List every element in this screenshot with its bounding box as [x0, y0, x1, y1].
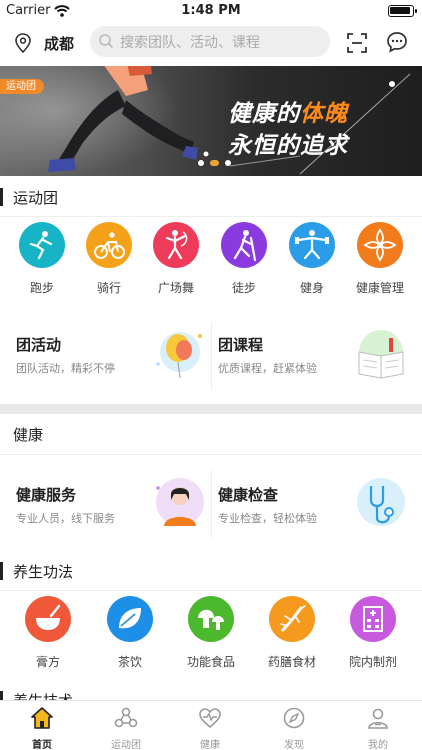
tab-home[interactable]: 首页: [0, 701, 84, 750]
mushroom-icon: [188, 596, 234, 642]
card-group-activity[interactable]: 团活动 团队活动，精彩不停: [0, 320, 211, 398]
tab-sports-group[interactable]: 运动团: [84, 701, 168, 750]
section-header-sports: 运动团: [0, 178, 422, 216]
tab-discover[interactable]: 发现: [252, 701, 336, 750]
card-health-service[interactable]: 健康服务 专业人员，线下服务: [0, 470, 211, 548]
balloon-icon: [156, 332, 202, 379]
search-icon: [99, 34, 114, 49]
category-functional-food[interactable]: 功能食品: [176, 596, 246, 670]
scan-icon[interactable]: [346, 32, 368, 54]
category-label: 跑步: [29, 281, 54, 295]
profile-icon: [368, 708, 388, 729]
section-header-wellness: 养生功法: [0, 552, 422, 590]
bottom-tab-bar: 首页 运动团 健康 发现 我的: [0, 700, 422, 750]
section-header-health: 健康: [0, 415, 422, 453]
card-health-check[interactable]: 健康检查 专业检查，轻松体验: [211, 470, 422, 548]
ointment-bowl-icon: [25, 596, 71, 642]
carousel-dot[interactable]: [225, 160, 231, 166]
category-medicinal-food[interactable]: 药膳食材: [257, 596, 327, 670]
tab-profile[interactable]: 我的: [336, 701, 420, 750]
carousel-dot-active[interactable]: [210, 160, 219, 166]
banner-headline-1b: 体魄: [300, 101, 348, 127]
category-label: 茶饮: [117, 655, 142, 669]
running-icon: [19, 222, 65, 268]
square-dance-icon: [153, 222, 199, 268]
search-placeholder: 搜索团队、活动、课程: [120, 35, 260, 51]
banner-category-tag: 运动团: [0, 79, 44, 94]
category-health-management[interactable]: 健康管理: [345, 222, 415, 296]
clock: 1:48 PM: [181, 3, 241, 18]
carousel-indicator[interactable]: [198, 160, 231, 166]
health-management-icon: [357, 222, 403, 268]
card-subtitle: 优质课程，赶紧体验: [218, 362, 317, 375]
doctor-icon: [156, 478, 204, 526]
section-marker: [0, 188, 3, 206]
divider: [0, 454, 422, 455]
message-icon[interactable]: [386, 31, 408, 53]
open-book-icon: [358, 330, 404, 379]
tab-label: 健康: [200, 740, 220, 750]
category-label: 健身: [299, 281, 324, 295]
category-label: 徒步: [231, 281, 256, 295]
banner-headline-2: 永恒的追求: [228, 133, 348, 159]
card-subtitle: 团队活动，精彩不停: [16, 362, 115, 375]
hospital-icon: [350, 596, 396, 642]
category-cycling[interactable]: 骑行: [74, 222, 144, 296]
carousel-dot[interactable]: [198, 160, 204, 166]
category-ointment[interactable]: 膏方: [13, 596, 83, 670]
top-header: 成都 搜索团队、活动、课程: [0, 24, 422, 60]
fitness-icon: [289, 222, 335, 268]
battery-icon: [388, 5, 417, 17]
location-icon[interactable]: [14, 33, 32, 53]
stethoscope-icon: [357, 478, 405, 526]
tea-leaf-icon: [107, 596, 153, 642]
city-selector[interactable]: 成都: [44, 33, 74, 54]
tab-health[interactable]: 健康: [168, 701, 252, 750]
health-icon: [199, 708, 221, 729]
section-title: 健康: [13, 426, 44, 444]
ginseng-icon: [269, 596, 315, 642]
home-icon: [31, 707, 53, 729]
card-title: 健康服务: [16, 486, 77, 504]
card-title: 健康检查: [218, 486, 279, 504]
section-title: 养生功法: [13, 563, 74, 581]
search-input[interactable]: 搜索团队、活动、课程: [90, 26, 330, 57]
tab-label: 我的: [368, 740, 388, 750]
tab-label: 首页: [32, 740, 52, 750]
discover-icon: [283, 707, 305, 729]
status-bar: Carrier 1:48 PM: [0, 0, 422, 22]
category-fitness[interactable]: 健身: [277, 222, 347, 296]
tab-label: 发现: [284, 740, 304, 750]
divider: [0, 216, 422, 217]
section-gap: [0, 404, 422, 414]
category-hiking[interactable]: 徒步: [209, 222, 279, 296]
card-group-course[interactable]: 团课程 优质课程，赶紧体验: [211, 320, 422, 398]
hiking-icon: [221, 222, 267, 268]
banner-headline-1: 健康的体魄: [228, 94, 348, 128]
cycling-icon: [86, 222, 132, 268]
category-label: 膏方: [35, 655, 60, 669]
category-running[interactable]: 跑步: [7, 222, 77, 296]
home-screen: Carrier 1:48 PM 成都 搜索团队、活动、课程 运动团 健康的体魄 …: [0, 0, 422, 750]
card-title: 团课程: [218, 336, 264, 354]
section-marker: [0, 562, 3, 580]
category-tea[interactable]: 茶饮: [95, 596, 165, 670]
category-label: 院内制剂: [348, 655, 397, 669]
sports-group-icon: [114, 707, 138, 728]
card-title: 团活动: [16, 336, 62, 354]
tab-label: 运动团: [111, 740, 141, 750]
category-label: 功能食品: [186, 655, 235, 669]
category-label: 骑行: [96, 281, 121, 295]
category-label: 广场舞: [157, 281, 194, 295]
category-hospital-prep[interactable]: 院内制剂: [338, 596, 408, 670]
divider: [0, 590, 422, 591]
category-label: 药膳食材: [267, 655, 316, 669]
banner-headline-1a: 健康的: [228, 101, 300, 127]
card-subtitle: 专业检查，轻松体验: [218, 512, 317, 525]
category-square-dance[interactable]: 广场舞: [141, 222, 211, 296]
card-subtitle: 专业人员，线下服务: [16, 512, 115, 525]
category-label: 健康管理: [355, 281, 404, 295]
section-title: 运动团: [13, 189, 59, 207]
